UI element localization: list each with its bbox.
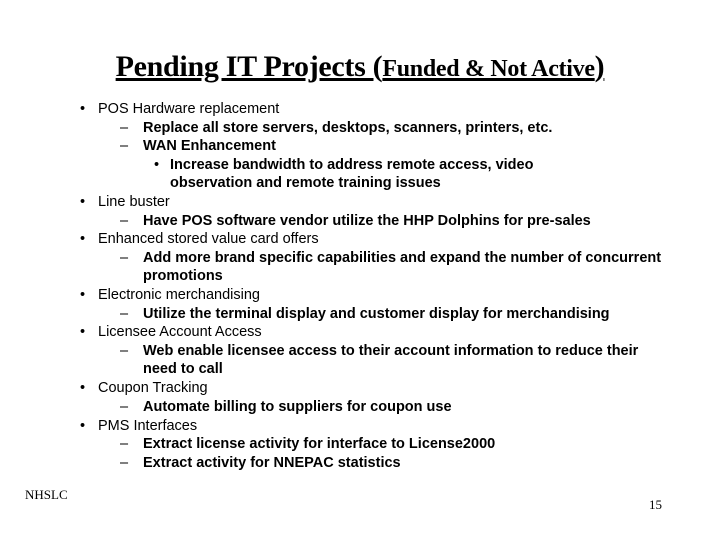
bullet-icon: • [80, 101, 86, 118]
bullet-icon: • [80, 287, 86, 304]
sub-item: – Add more brand specific capabilities an… [76, 249, 673, 286]
sub-item-text: Replace all store servers, desktops, sca… [143, 119, 553, 136]
item-text: Line buster [98, 194, 170, 211]
sub-item: – Web enable licensee access to their acc… [76, 342, 673, 379]
item-text: Coupon Tracking [98, 380, 208, 397]
dash-icon: – [120, 398, 129, 415]
item-text: POS Hardware replacement [98, 101, 280, 118]
sub-item: – WAN Enhancement [76, 137, 676, 156]
sub-item-text: WAN Enhancement [143, 138, 276, 155]
sub-item: – Replace all store servers, desktops, sc… [76, 119, 676, 138]
list-item: • Licensee Account Access [76, 323, 676, 342]
list-item: • Electronic merchandising [76, 286, 676, 305]
item-text: Enhanced stored value card offers [98, 231, 319, 248]
sub-item-text: Extract license activity for interface t… [143, 436, 496, 453]
bullet-icon: • [80, 380, 86, 397]
sub-item: – Utilize the terminal display and custom… [76, 305, 676, 324]
dash-icon: – [120, 436, 129, 453]
sub-item: – Extract activity for NNEPAC statistics [76, 454, 676, 473]
sub-sub-item: • Increase bandwidth to address remote ac… [76, 156, 590, 193]
bullet-icon: • [154, 156, 160, 173]
bullet-icon: • [80, 324, 86, 341]
sub-item: – Automate billing to suppliers for coupo… [76, 398, 676, 417]
sub-item-text: Add more brand specific capabilities and… [143, 249, 662, 285]
list-item: • POS Hardware replacement [76, 100, 676, 119]
bullet-list: • POS Hardware replacement – Replace all s… [76, 100, 676, 472]
dash-icon: – [120, 305, 129, 322]
bullet-icon: • [80, 417, 86, 434]
bullet-icon: • [80, 194, 86, 211]
slide-title: Pending IT Projects (Funded & Not Active… [0, 50, 720, 84]
dash-icon: – [120, 212, 129, 229]
sub-item-text: Extract activity for NNEPAC statistics [143, 454, 401, 471]
sub-item-text: Utilize the terminal display and custome… [143, 305, 610, 322]
item-text: PMS Interfaces [98, 417, 198, 434]
list-item: • Line buster [76, 193, 676, 212]
dash-icon: – [120, 454, 129, 471]
sub-item-text: Have POS software vendor utilize the HHP… [143, 212, 591, 229]
title-close: ) [594, 50, 605, 83]
dash-icon: – [120, 138, 129, 155]
list-item: • PMS Interfaces [76, 417, 676, 436]
title-main: Pending IT Projects ( [115, 50, 383, 83]
title-parenthetical: Funded & Not Active [382, 56, 595, 82]
list-item: • Coupon Tracking [76, 379, 676, 398]
dash-icon: – [120, 342, 129, 359]
bullet-icon: • [80, 231, 86, 248]
sub-item: – Extract license activity for interface … [76, 435, 676, 454]
sub-item: – Have POS software vendor utilize the HH… [76, 212, 676, 231]
dash-icon: – [120, 249, 129, 266]
list-item: • Enhanced stored value card offers [76, 230, 676, 249]
item-text: Electronic merchandising [98, 287, 260, 304]
dash-icon: – [120, 119, 129, 136]
item-text: Licensee Account Access [98, 324, 262, 341]
footer-organization: NHSLC [25, 487, 68, 502]
sub-item-text: Web enable licensee access to their acco… [143, 342, 639, 378]
page-number: 15 [649, 497, 662, 512]
sub-item-text: Automate billing to suppliers for coupon… [143, 398, 452, 415]
sub-sub-item-text: Increase bandwidth to address remote acc… [170, 156, 534, 192]
